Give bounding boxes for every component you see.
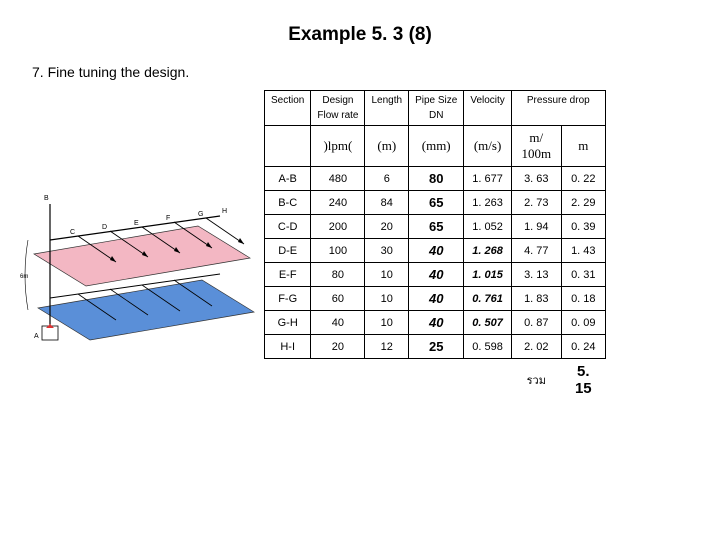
cell-len: 6 (365, 167, 409, 191)
unit-flow: )lpm( (311, 126, 365, 167)
col-velocity: Velocity (464, 91, 511, 126)
sum-value: 5. 15 (561, 359, 605, 402)
svg-text:H: H (222, 208, 227, 215)
cell-p1: 0. 87 (511, 311, 561, 335)
cell-p2: 2. 29 (561, 191, 605, 215)
cell-sec: F-G (265, 287, 311, 311)
svg-text:D: D (102, 224, 107, 231)
cell-p2: 0. 18 (561, 287, 605, 311)
cell-flow: 80 (311, 263, 365, 287)
cell-sec: G-H (265, 311, 311, 335)
slide: Example 5. 3 (8) 7. Fine tuning the desi… (0, 0, 720, 540)
cell-p1: 1. 83 (511, 287, 561, 311)
slide-title: Example 5. 3 (8) (0, 24, 720, 46)
svg-text:A: A (34, 333, 39, 340)
table-row: B-C24084651. 2632. 732. 29 (265, 191, 606, 215)
cell-flow: 480 (311, 167, 365, 191)
cell-vel: 1. 268 (464, 239, 511, 263)
unit-p2: m (561, 126, 605, 167)
unit-vel: (m/s) (464, 126, 511, 167)
cell-sec: E-F (265, 263, 311, 287)
cell-vel: 1. 052 (464, 215, 511, 239)
cell-p2: 0. 39 (561, 215, 605, 239)
col-pdrop: Pressure drop (511, 91, 605, 126)
cell-pipe: 40 (409, 239, 464, 263)
cell-vel: 1. 677 (464, 167, 511, 191)
cell-p1: 2. 73 (511, 191, 561, 215)
header-row-2: )lpm( (m) (mm) (m/s) m/ 100m m (265, 126, 606, 167)
col-pipe: Pipe Size DN (409, 91, 464, 126)
svg-text:E: E (134, 220, 139, 227)
unit-pipe: (mm) (409, 126, 464, 167)
cell-p1: 3. 63 (511, 167, 561, 191)
cell-flow: 20 (311, 335, 365, 359)
diagram-svg: B C D E F G H A 6m (20, 180, 256, 350)
cell-p2: 1. 43 (561, 239, 605, 263)
cell-vel: 0. 598 (464, 335, 511, 359)
cell-pipe: 40 (409, 287, 464, 311)
cell-vel: 1. 015 (464, 263, 511, 287)
cell-flow: 100 (311, 239, 365, 263)
pipe-diagram: B C D E F G H A 6m (20, 180, 256, 350)
content-row: B C D E F G H A 6m Section Design Flow (0, 90, 720, 401)
table-row: H-I2012250. 5982. 020. 24 (265, 335, 606, 359)
cell-sec: A-B (265, 167, 311, 191)
cell-flow: 60 (311, 287, 365, 311)
col-section: Section (265, 91, 311, 126)
table-body: A-B4806801. 6773. 630. 22B-C24084651. 26… (265, 167, 606, 402)
cell-len: 10 (365, 263, 409, 287)
cell-len: 10 (365, 287, 409, 311)
cell-p1: 4. 77 (511, 239, 561, 263)
svg-text:C: C (70, 229, 75, 236)
unit-len: (m) (365, 126, 409, 167)
cell-vel: 0. 761 (464, 287, 511, 311)
cell-len: 10 (365, 311, 409, 335)
cell-p2: 0. 22 (561, 167, 605, 191)
cell-sec: D-E (265, 239, 311, 263)
cell-flow: 200 (311, 215, 365, 239)
cell-len: 84 (365, 191, 409, 215)
col-length: Length (365, 91, 409, 126)
cell-sec: B-C (265, 191, 311, 215)
cell-p1: 1. 94 (511, 215, 561, 239)
svg-text:6m: 6m (20, 274, 28, 280)
unit-blank (265, 126, 311, 167)
svg-text:G: G (198, 211, 203, 218)
cell-len: 20 (365, 215, 409, 239)
cell-pipe: 40 (409, 311, 464, 335)
table-row: C-D20020651. 0521. 940. 39 (265, 215, 606, 239)
table-row: A-B4806801. 6773. 630. 22 (265, 167, 606, 191)
table-row: E-F8010401. 0153. 130. 31 (265, 263, 606, 287)
cell-flow: 240 (311, 191, 365, 215)
header-row-1: Section Design Flow rate Length Pipe Siz… (265, 91, 606, 126)
cell-p2: 0. 31 (561, 263, 605, 287)
cell-pipe: 40 (409, 263, 464, 287)
svg-text:F: F (166, 215, 170, 222)
table-row: D-E10030401. 2684. 771. 43 (265, 239, 606, 263)
cell-p2: 0. 24 (561, 335, 605, 359)
sum-row: รวม5. 15 (265, 359, 606, 402)
design-table: Section Design Flow rate Length Pipe Siz… (264, 90, 606, 401)
svg-text:B: B (44, 195, 49, 202)
cell-sec: H-I (265, 335, 311, 359)
slide-subtitle: 7. Fine tuning the design. (32, 64, 720, 80)
cell-len: 30 (365, 239, 409, 263)
cell-p1: 2. 02 (511, 335, 561, 359)
cell-len: 12 (365, 335, 409, 359)
cell-pipe: 80 (409, 167, 464, 191)
cell-p1: 3. 13 (511, 263, 561, 287)
cell-vel: 1. 263 (464, 191, 511, 215)
cell-vel: 0. 507 (464, 311, 511, 335)
cell-pipe: 25 (409, 335, 464, 359)
table-row: F-G6010400. 7611. 830. 18 (265, 287, 606, 311)
unit-p1: m/ 100m (511, 126, 561, 167)
cell-sec: C-D (265, 215, 311, 239)
cell-p2: 0. 09 (561, 311, 605, 335)
cell-flow: 40 (311, 311, 365, 335)
cell-pipe: 65 (409, 215, 464, 239)
col-design: Design Flow rate (311, 91, 365, 126)
sum-label: รวม (511, 359, 561, 402)
table-row: G-H4010400. 5070. 870. 09 (265, 311, 606, 335)
cell-pipe: 65 (409, 191, 464, 215)
